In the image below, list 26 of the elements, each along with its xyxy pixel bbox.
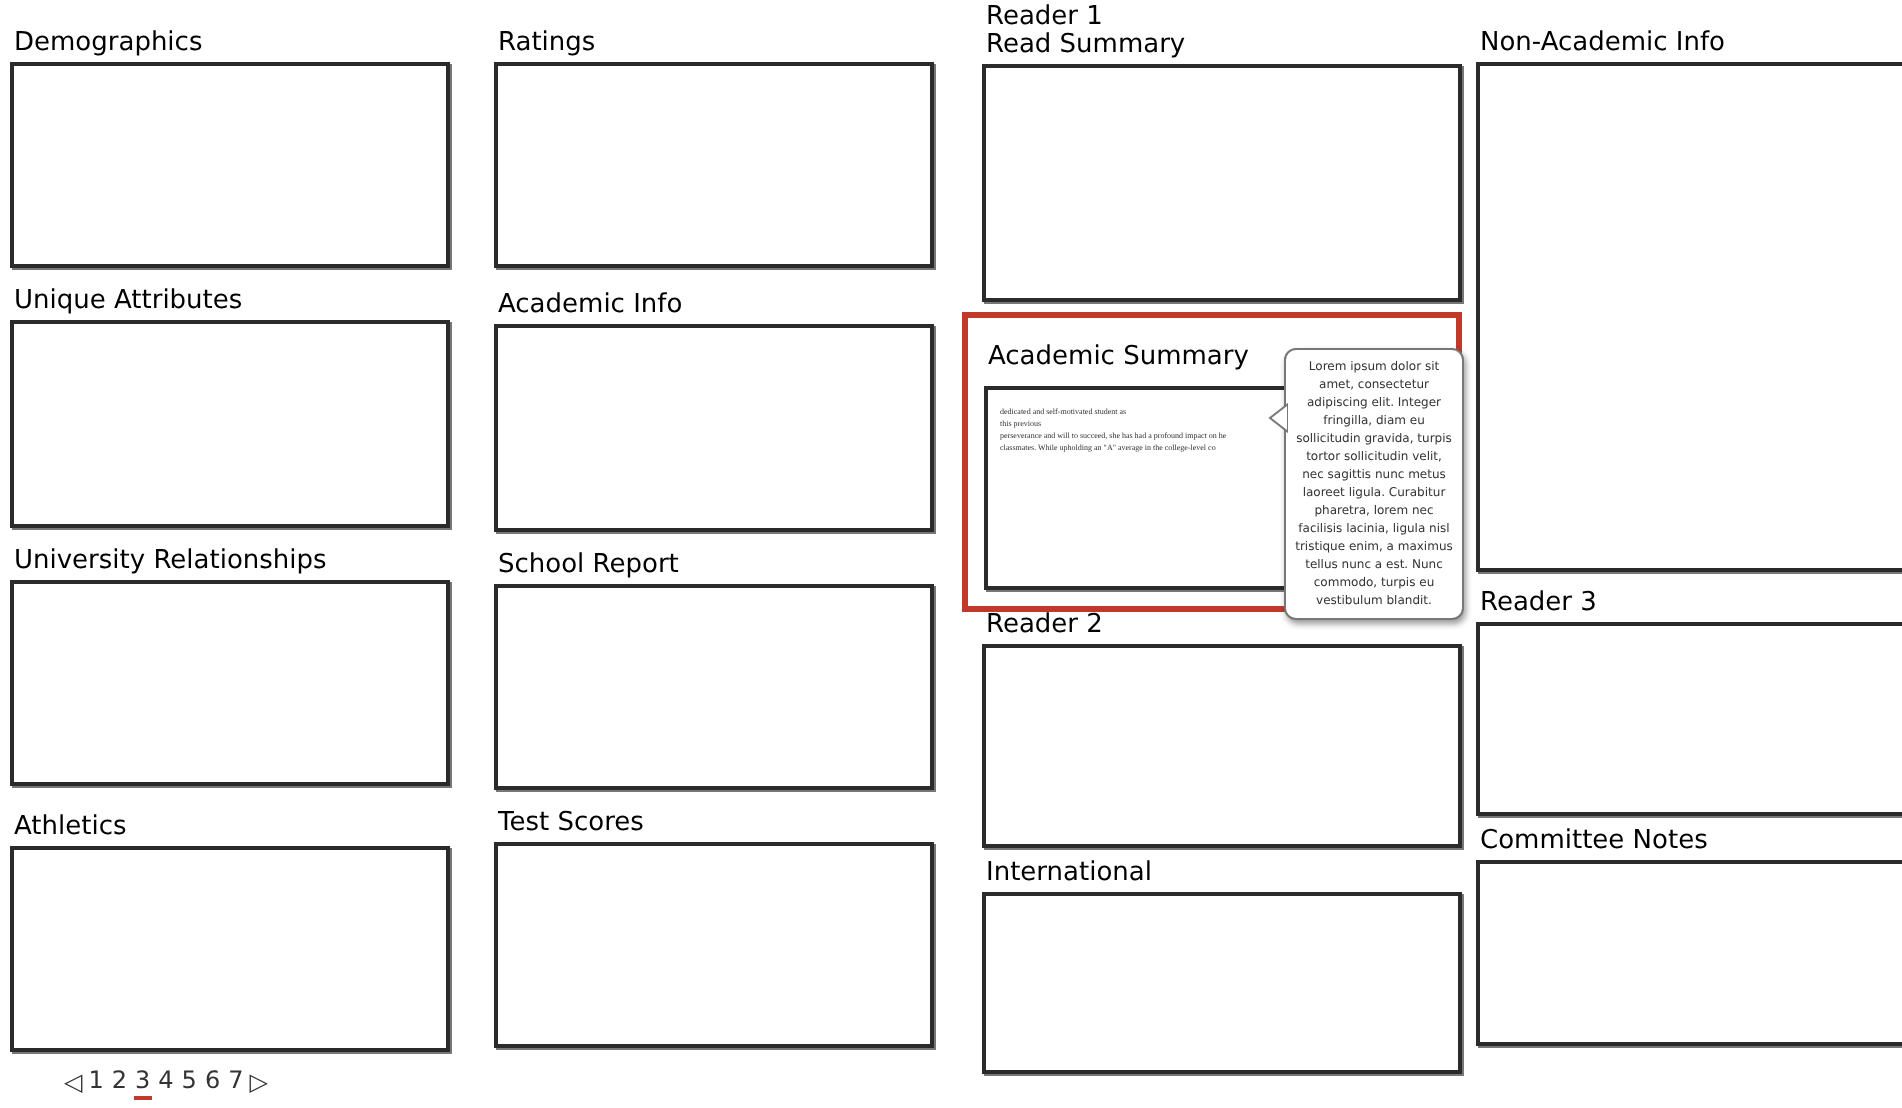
panel-title: Academic Summary: [986, 342, 1251, 372]
page-link[interactable]: 2: [109, 1064, 130, 1100]
panel-title: Reader 1: [984, 4, 1105, 32]
panel-title: Academic Info: [496, 292, 685, 320]
panel-title: Athletics: [12, 814, 129, 842]
panel-title: University Relationships: [12, 548, 329, 576]
panel-title: Read Summary: [984, 32, 1188, 60]
tooltip-pointer-icon: [1268, 402, 1288, 434]
page-link[interactable]: 4: [156, 1064, 176, 1100]
next-page-button[interactable]: ▷: [249, 1066, 268, 1098]
page-link[interactable]: 5: [179, 1064, 199, 1100]
panel-title: Non-Academic Info: [1478, 30, 1728, 58]
page-link[interactable]: 1: [86, 1064, 106, 1100]
previous-page-button[interactable]: ◁: [64, 1066, 83, 1098]
page-link[interactable]: 7: [226, 1064, 246, 1100]
panel-title: Reader 3: [1478, 590, 1599, 618]
panel-title: Committee Notes: [1478, 828, 1710, 856]
panel-title: School Report: [496, 552, 681, 580]
panel-title: International: [984, 860, 1154, 888]
panel-title: Unique Attributes: [12, 288, 245, 316]
panel-title: Test Scores: [496, 810, 646, 838]
panel-title: Reader 2: [984, 612, 1105, 640]
page-link[interactable]: 6: [202, 1064, 223, 1100]
page-link[interactable]: 3: [133, 1064, 153, 1100]
panel-title: Ratings: [496, 30, 598, 58]
panel-title: Demographics: [12, 30, 205, 58]
